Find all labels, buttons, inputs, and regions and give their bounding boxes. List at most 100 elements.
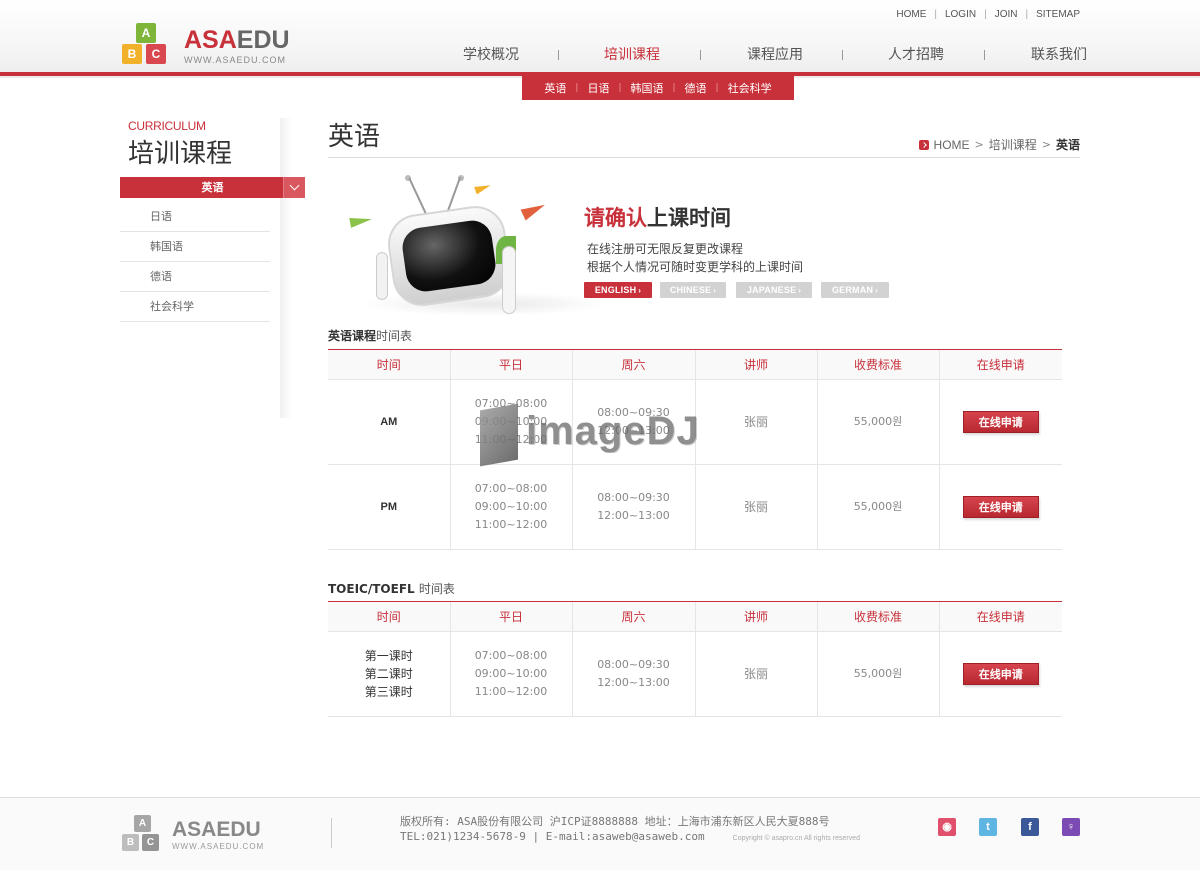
facebook-icon[interactable]: f	[1021, 818, 1039, 836]
breadcrumb: HOME > 培训课程 > 英语	[918, 136, 1080, 153]
util-join-link[interactable]: JOIN	[995, 9, 1018, 20]
language-buttons: ENGLISH › CHINESE › JAPANESE › GERMAN ›	[584, 282, 897, 298]
fee-value: 55,000원	[816, 631, 939, 717]
sidebar-item-korean[interactable]: 韩国语	[120, 232, 270, 262]
site-logo[interactable]: A B C ASAEDU WWW.ASAEDU.COM	[120, 20, 300, 70]
apply-button[interactable]: 在线申请	[962, 411, 1039, 433]
paper-plane-icon	[349, 214, 373, 228]
apply-cell: 在线申请	[938, 631, 1062, 717]
apply-button[interactable]: 在线申请	[962, 496, 1039, 518]
promo-line-2: 根据个人情况可随时变更学科的上课时间	[587, 260, 804, 274]
lang-english-button[interactable]: ENGLISH ›	[584, 282, 652, 298]
sidebar-item-social-science[interactable]: 社会科学	[120, 292, 270, 322]
promo-line-1: 在线注册可无限反复更改课程	[587, 242, 744, 256]
util-login-link[interactable]: LOGIN	[945, 9, 976, 20]
sub-nav: 英语 | 日语 | 韩国语 | 德语 | 社会科学	[522, 76, 794, 100]
home-icon	[918, 139, 929, 150]
nav-training-courses[interactable]: 培训课程	[577, 44, 687, 64]
subnav-japanese[interactable]: 日语	[587, 80, 609, 96]
nav-contact-us[interactable]: 联系我们	[1004, 44, 1114, 64]
chevron-down-icon[interactable]	[283, 177, 305, 198]
sidebar-item-english[interactable]: 英语	[120, 177, 305, 198]
footer-company-line: 版权所有: ASA股份有限公司 沪ICP证8888888 地址：上海市浦东新区人…	[400, 815, 830, 828]
subnav-english[interactable]: 英语	[544, 80, 566, 96]
teacher-name: 张丽	[694, 631, 817, 717]
col-weekday: 平日	[449, 601, 572, 632]
breadcrumb-parent[interactable]: 培训课程	[989, 136, 1037, 153]
subnav-social-science[interactable]: 社会科学	[728, 80, 772, 96]
footer-logo-url: WWW.ASAEDU.COM	[172, 842, 265, 851]
col-fee: 收费标准	[816, 601, 939, 632]
person-figure	[376, 252, 388, 300]
table-row: 第一课时 第二课时 第三课时 07:00~08:00 09:00~10:00 1…	[328, 631, 1062, 717]
breadcrumb-current: 英语	[1055, 138, 1080, 152]
logo-url: WWW.ASAEDU.COM	[184, 55, 286, 65]
sidebar-item-german[interactable]: 德语	[120, 262, 270, 292]
footer-contact-line: TEL:021)1234-5678-9 | E-mail:asaweb@asaw…	[400, 830, 860, 843]
weibo-icon[interactable]: ◉	[938, 818, 956, 836]
row-label: PM	[328, 464, 450, 550]
twitter-icon[interactable]: t	[979, 818, 997, 836]
col-teacher: 讲师	[694, 601, 817, 632]
teacher-name: 张丽	[694, 379, 817, 465]
chevron-right-icon: >	[1041, 138, 1051, 151]
col-time: 时间	[328, 601, 450, 632]
apply-cell: 在线申请	[938, 464, 1062, 550]
breadcrumb-home[interactable]: HOME	[934, 138, 970, 152]
chevron-right-icon: >	[974, 138, 984, 151]
saturday-times: 08:00~09:30 12:00~13:00	[571, 379, 695, 465]
english-schedule-title: 英语课程时间表	[328, 329, 413, 343]
sidebar-item-japanese[interactable]: 日语	[120, 202, 270, 232]
footer-info: 版权所有: ASA股份有限公司 沪ICP证8888888 地址：上海市浦东新区人…	[400, 814, 860, 846]
tv-icon	[384, 202, 514, 310]
table-header-row: 时间 平日 周六 讲师 收费标准 在线申请	[328, 601, 1062, 632]
toeic-schedule-title: TOEIC/TOEFL 时间表	[328, 582, 455, 596]
teacher-name: 张丽	[694, 464, 817, 550]
util-sitemap-link[interactable]: SITEMAP	[1036, 9, 1080, 20]
col-apply: 在线申请	[938, 601, 1062, 632]
col-fee: 收费标准	[816, 349, 939, 380]
col-apply: 在线申请	[938, 349, 1062, 380]
nav-recruitment[interactable]: 人才招聘	[861, 44, 971, 64]
sidebar-shadow	[280, 118, 292, 418]
sidebar-active-label: 英语	[201, 181, 224, 194]
nav-course-application[interactable]: 课程应用	[720, 44, 830, 64]
weekday-times: 07:00~08:00 09:00~10:00 11:00~12:00	[449, 464, 572, 550]
toeic-schedule-table: 时间 平日 周六 讲师 收费标准 在线申请 第一课时 第二课时 第三课时 07:…	[328, 601, 1062, 717]
main-nav: 学校概况 培训课程 课程应用 人才招聘 联系我们	[440, 44, 1100, 68]
sidebar-title: 培训课程	[128, 139, 233, 169]
logo-block-a: A	[136, 23, 156, 43]
lang-chinese-button[interactable]: CHINESE ›	[660, 282, 726, 298]
promo-headline: 请确认上课时间	[584, 206, 731, 230]
fee-value: 55,000원	[816, 464, 939, 550]
apply-button[interactable]: 在线申请	[962, 663, 1039, 685]
apply-cell: 在线申请	[938, 379, 1062, 465]
logo-block-c: C	[146, 44, 166, 64]
col-teacher: 讲师	[694, 349, 817, 380]
weekday-times: 07:00~08:00 09:00~10:00 11:00~12:00	[449, 379, 572, 465]
social-other-icon[interactable]: ♀	[1062, 818, 1080, 836]
subnav-korean[interactable]: 韩国语	[631, 80, 664, 96]
lang-japanese-button[interactable]: JAPANESE ›	[736, 282, 812, 298]
footer-logo-name: ASAEDU	[172, 818, 261, 841]
utility-nav: HOME | LOGIN | JOIN | SITEMAP	[896, 9, 1080, 20]
english-schedule-table: 时间 平日 周六 讲师 收费标准 在线申请 AM 07:00~08:00 09:…	[328, 349, 1062, 550]
footer-logo[interactable]: A B C ASAEDU WWW.ASAEDU.COM	[120, 812, 280, 856]
fee-value: 55,000원	[816, 379, 939, 465]
weekday-times: 07:00~08:00 09:00~10:00 11:00~12:00	[449, 631, 572, 717]
person-figure	[502, 246, 516, 314]
util-home-link[interactable]: HOME	[896, 9, 926, 20]
logo-block-b: B	[122, 44, 142, 64]
col-saturday: 周六	[571, 601, 695, 632]
table-row: PM 07:00~08:00 09:00~10:00 11:00~12:00 0…	[328, 464, 1062, 550]
row-label: 第一课时 第二课时 第三课时	[328, 631, 450, 717]
footer-copyright: Copyright © asapro.cn All rights reserve…	[732, 835, 860, 842]
subnav-german[interactable]: 德语	[685, 80, 707, 96]
row-label: AM	[328, 379, 450, 465]
saturday-times: 08:00~09:30 12:00~13:00	[571, 464, 695, 550]
logo-name: ASAEDU	[184, 26, 290, 54]
lang-german-button[interactable]: GERMAN ›	[821, 282, 889, 298]
nav-school-overview[interactable]: 学校概况	[436, 44, 546, 64]
sidebar-list: 日语 韩国语 德语 社会科学	[120, 202, 270, 322]
paper-plane-icon	[474, 181, 492, 195]
